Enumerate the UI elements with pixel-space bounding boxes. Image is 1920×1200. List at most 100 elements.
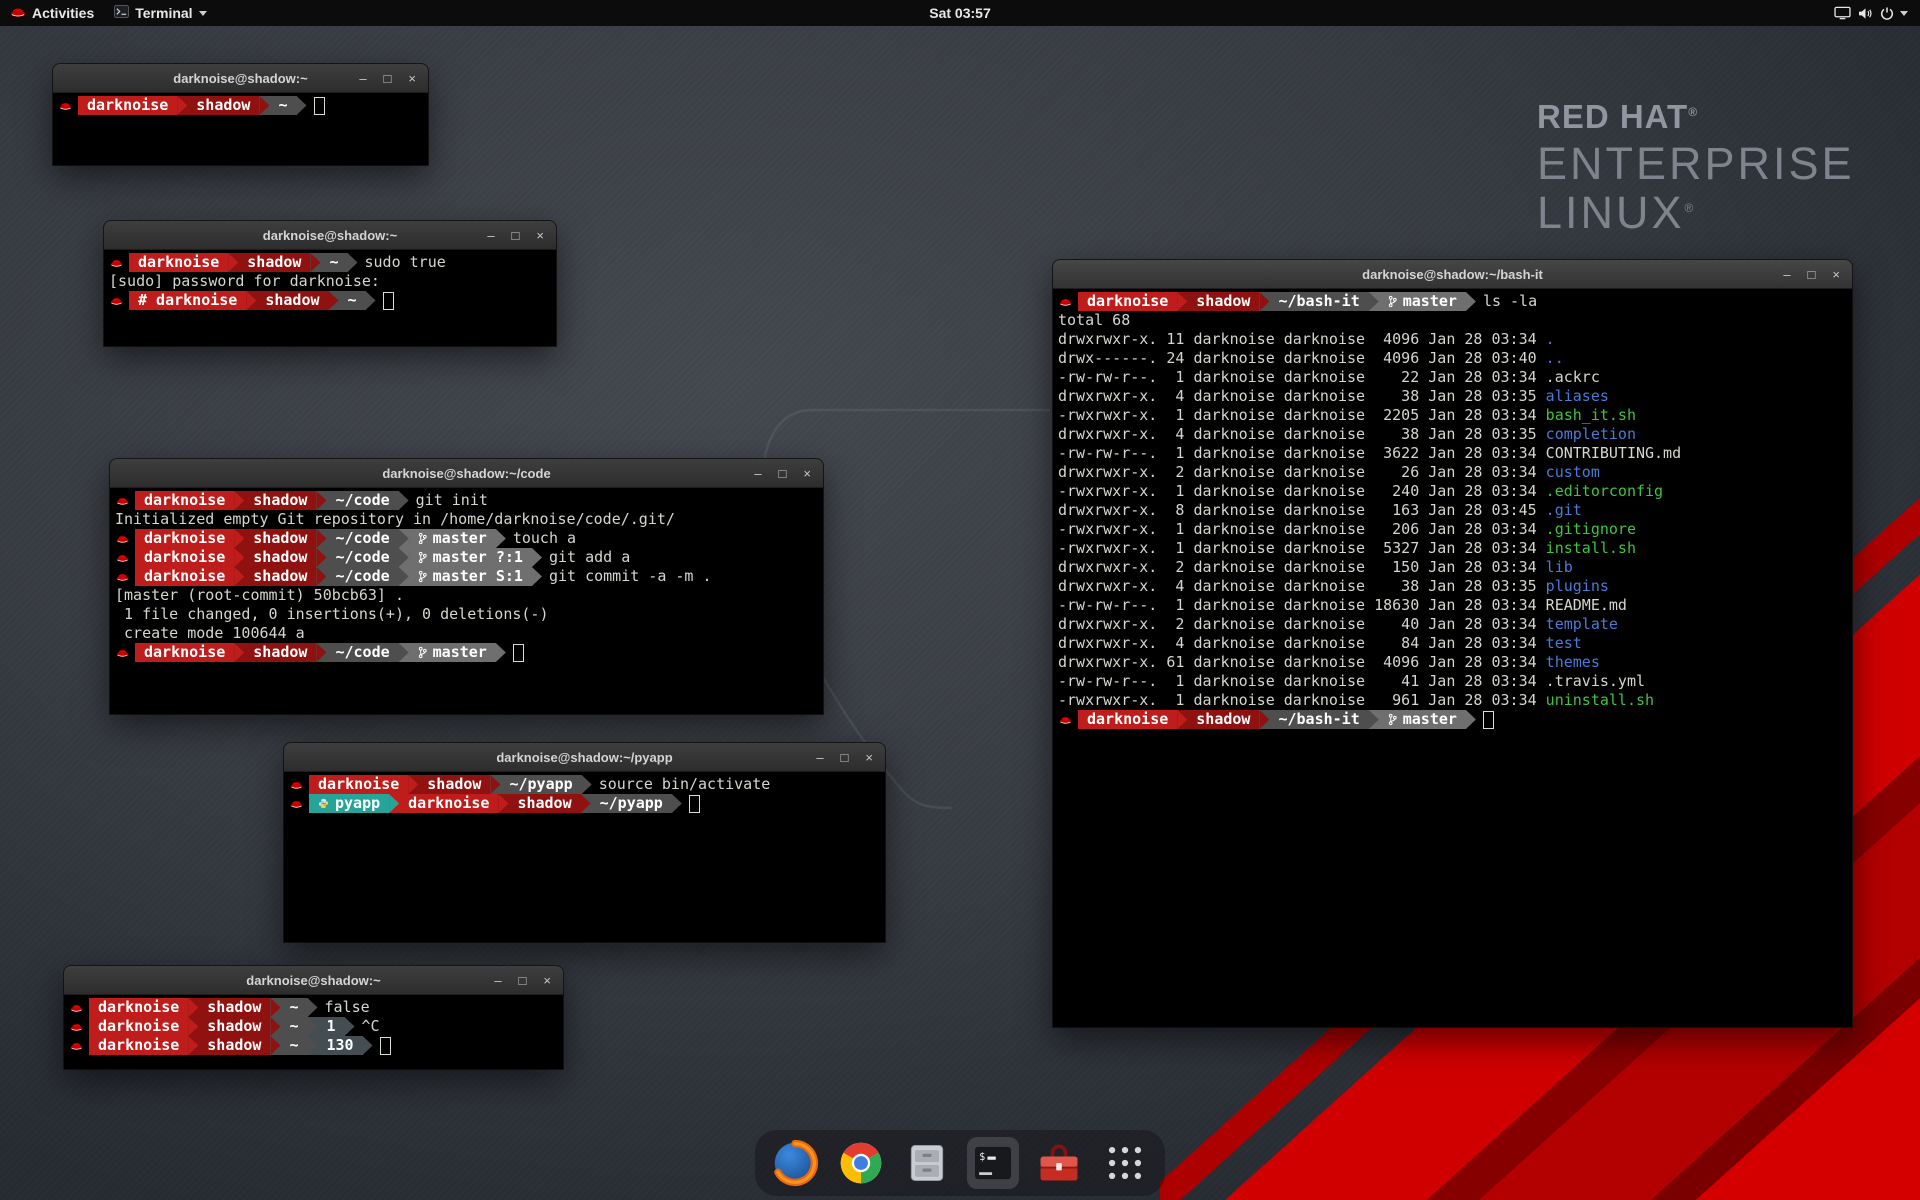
dock-app-grid-icon[interactable] [1099, 1137, 1151, 1189]
terminal-window-pyapp[interactable]: darknoise@shadow:~/pyapp –□× darknoisesh… [284, 743, 885, 942]
terminal-content[interactable]: darknoiseshadow~sudo true[sudo] password… [104, 250, 556, 346]
terminal-window-bash-it[interactable]: darknoise@shadow:~/bash-it –□× darknoise… [1053, 260, 1852, 1027]
titlebar[interactable]: darknoise@shadow:~ –□× [104, 221, 556, 250]
maximize-button[interactable]: □ [841, 751, 849, 764]
powerline-separator [234, 491, 244, 510]
redhat-icon [290, 799, 303, 809]
terminal-content[interactable]: darknoiseshadow~ [53, 93, 428, 165]
prompt-segment-user: darknoise [399, 794, 498, 813]
maximize-button[interactable]: □ [779, 467, 787, 480]
terminal-content[interactable]: darknoiseshadow~/codegit initInitialized… [110, 488, 823, 714]
minimize-button[interactable]: – [816, 751, 823, 764]
dock-chrome-icon[interactable] [835, 1137, 887, 1189]
powerline-separator [672, 794, 682, 813]
terminal-window-2[interactable]: darknoise@shadow:~ –□× darknoiseshadow~s… [104, 221, 556, 346]
titlebar[interactable]: darknoise@shadow:~/bash-it –□× [1053, 260, 1852, 289]
terminal-line: drwxrwxr-x. 4 darknoise darknoise 38 Jan… [1058, 577, 1852, 596]
dock-terminal-icon[interactable]: $ [967, 1137, 1019, 1189]
close-button[interactable]: × [803, 467, 811, 480]
titlebar[interactable]: darknoise@shadow:~/code –□× [110, 459, 823, 488]
volume-icon [1857, 7, 1874, 20]
terminal-line: drwxrwxr-x. 8 darknoise darknoise 163 Ja… [1058, 501, 1852, 520]
prompt-segment-status: 1 [318, 1017, 345, 1036]
powerline-separator [188, 1017, 198, 1036]
prompt-segment-git: master ?:1 [409, 548, 532, 567]
terminal-text: 1 file changed, 0 insertions(+), 0 delet… [115, 605, 548, 624]
powerline-separator [310, 253, 320, 272]
prompt-segment-git: master [409, 529, 496, 548]
terminal-text: -rw-rw-r--. 1 darknoise darknoise 22 Jan… [1058, 368, 1600, 387]
app-menu-terminal[interactable]: Terminal [104, 0, 216, 26]
terminal-line: drwxrwxr-x. 4 darknoise darknoise 38 Jan… [1058, 425, 1852, 444]
redhat-icon [116, 553, 129, 563]
prompt-segment-host: shadow [256, 291, 328, 310]
prompt-segment-user: darknoise [89, 998, 188, 1017]
maximize-button[interactable]: □ [519, 974, 527, 987]
terminal-window-1[interactable]: darknoise@shadow:~ –□× darknoiseshadow~ [53, 64, 428, 165]
powerline-separator [1177, 710, 1187, 729]
activities-button[interactable]: Activities [0, 0, 104, 26]
terminal-content[interactable]: darknoiseshadow~/pyappsource bin/activat… [284, 772, 885, 942]
powerline-separator [316, 491, 326, 510]
terminal-content[interactable]: darknoiseshadow~falsedarknoiseshadow~1^C… [64, 995, 563, 1069]
redhat-icon [116, 572, 129, 582]
activities-label: Activities [32, 5, 94, 21]
powerline-separator [297, 96, 307, 115]
minimize-button[interactable]: – [754, 467, 761, 480]
terminal-text: drwxrwxr-x. 4 darknoise darknoise 38 Jan… [1058, 387, 1546, 406]
terminal-text: completion [1546, 425, 1636, 444]
maximize-button[interactable]: □ [512, 229, 520, 242]
powerline-separator [399, 567, 409, 586]
minimize-button[interactable]: – [494, 974, 501, 987]
minimize-button[interactable]: – [1783, 268, 1790, 281]
close-button[interactable]: × [543, 974, 551, 987]
terminal-line: darknoiseshadow~/codemastertouch a [115, 529, 823, 548]
titlebar[interactable]: darknoise@shadow:~/pyapp –□× [284, 743, 885, 772]
maximize-button[interactable]: □ [1808, 268, 1816, 281]
terminal-window-5[interactable]: darknoise@shadow:~ –□× darknoiseshadow~f… [64, 966, 563, 1069]
powerline-separator [308, 1017, 318, 1036]
clock[interactable]: Sat 03:57 [929, 0, 990, 26]
terminal-text: -rwxrwxr-x. 1 darknoise darknoise 2205 J… [1058, 406, 1546, 425]
close-button[interactable]: × [1832, 268, 1840, 281]
terminal-line: -rwxrwxr-x. 1 darknoise darknoise 961 Ja… [1058, 691, 1852, 710]
prompt-segment-path: ~/pyapp [500, 775, 581, 794]
terminal-text: aliases [1546, 387, 1609, 406]
titlebar[interactable]: darknoise@shadow:~ –□× [64, 966, 563, 995]
titlebar[interactable]: darknoise@shadow:~ –□× [53, 64, 428, 93]
maximize-button[interactable]: □ [384, 72, 392, 85]
redhat-icon [110, 296, 123, 306]
terminal-text: template [1546, 615, 1618, 634]
close-button[interactable]: × [865, 751, 873, 764]
system-status-area[interactable] [1826, 0, 1916, 26]
prompt-segment-user: darknoise [89, 1017, 188, 1036]
powerline-separator [532, 548, 542, 567]
dock-toolbox-icon[interactable] [1033, 1137, 1085, 1189]
branch-icon [1388, 295, 1397, 308]
rhel-logo-line3: LINUX® [1537, 190, 1855, 235]
desktop: { "topbar": { "activities_label": "Activ… [0, 0, 1920, 1200]
prompt-segment-venv: pyapp [309, 794, 389, 813]
terminal-text: -rw-rw-r--. 1 darknoise darknoise 41 Jan… [1058, 672, 1645, 691]
terminal-text: drwxrwxr-x. 4 darknoise darknoise 84 Jan… [1058, 634, 1546, 653]
terminal-line: drwxrwxr-x. 11 darknoise darknoise 4096 … [1058, 330, 1852, 349]
branch-icon [418, 551, 427, 564]
dock-firefox-icon[interactable] [769, 1137, 821, 1189]
terminal-line: drwxrwxr-x. 2 darknoise darknoise 150 Ja… [1058, 558, 1852, 577]
terminal-line: drwxrwxr-x. 4 darknoise darknoise 84 Jan… [1058, 634, 1852, 653]
minimize-button[interactable]: – [359, 72, 366, 85]
powerline-separator [316, 567, 326, 586]
close-button[interactable]: × [408, 72, 416, 85]
terminal-content[interactable]: darknoiseshadow~/bash-itmasterls -latota… [1053, 289, 1852, 1027]
minimize-button[interactable]: – [487, 229, 494, 242]
close-button[interactable]: × [536, 229, 544, 242]
prompt-segment-user: darknoise [129, 253, 228, 272]
powerline-separator [348, 253, 358, 272]
prompt-segment-host: shadow [244, 567, 316, 586]
dock-files-icon[interactable] [901, 1137, 953, 1189]
terminal-window-code[interactable]: darknoise@shadow:~/code –□× darknoisesha… [110, 459, 823, 714]
terminal-cursor [1483, 711, 1494, 729]
prompt-segment-host: shadow [1187, 292, 1259, 311]
powerline-separator [498, 794, 508, 813]
terminal-line: 1 file changed, 0 insertions(+), 0 delet… [115, 605, 823, 624]
